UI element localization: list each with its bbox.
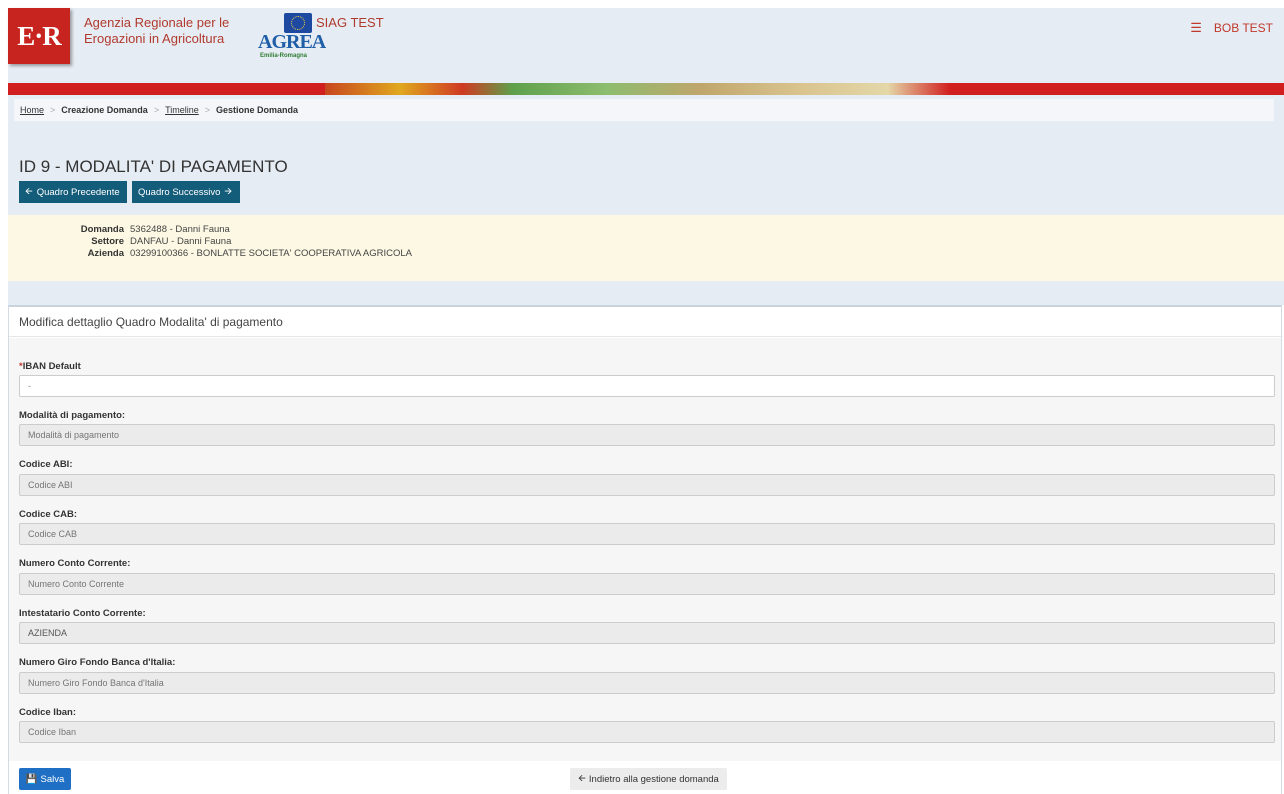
numero-conto-label: Numero Conto Corrente: (19, 558, 131, 569)
info-settore-label: Settore (91, 236, 124, 247)
panel-title: Modifica dettaglio Quadro Modalita' di p… (9, 307, 1281, 337)
payment-form-panel: Modifica dettaglio Quadro Modalita' di p… (8, 305, 1282, 794)
breadcrumb: Home > Creazione Domanda > Timeline > Ge… (14, 99, 1274, 121)
codice-cab-label: Codice CAB: (19, 509, 78, 520)
iban-default-label: *IBAN Default (19, 361, 81, 372)
info-domanda-label: Domanda (80, 224, 124, 235)
breadcrumb-separator: > (50, 105, 56, 115)
giro-fondo-field[interactable] (19, 672, 1275, 694)
er-logo[interactable]: E·R (8, 8, 70, 64)
intestatario-label: Intestatario Conto Corrente: (19, 608, 146, 619)
user-menu[interactable]: ☰ BOB TEST (1190, 20, 1273, 36)
page-title: ID 9 - MODALITA' DI PAGAMENTO (19, 157, 288, 176)
next-section-label: Quadro Successivo (138, 186, 221, 198)
giro-fondo-label: Numero Giro Fondo Banca d'Italia: (19, 657, 176, 668)
save-button[interactable]: 💾 Salva (19, 768, 71, 790)
arrow-right-icon: 🡪 (224, 186, 233, 197)
form-body: *IBAN Default Modalità di pagamento: Cod… (9, 338, 1281, 761)
codice-cab-field[interactable] (19, 523, 1275, 545)
banner-image (325, 83, 950, 95)
back-button-label: Indietro alla gestione domanda (588, 773, 719, 785)
info-azienda-label: Azienda (87, 248, 124, 259)
info-row-azienda: Azienda 03299100366 - BONLATTE SOCIETA' … (8, 248, 412, 259)
save-button-label: Salva (40, 773, 65, 785)
info-azienda-value: 03299100366 - BONLATTE SOCIETA' COOPERAT… (130, 248, 412, 259)
app-header: E·R Agenzia Regionale per le Erogazioni … (8, 8, 1284, 83)
eu-flag-icon (284, 13, 312, 33)
codice-abi-label: Codice ABI: (19, 459, 73, 470)
info-domanda-value: 5362488 - Danni Fauna (130, 224, 230, 235)
spacer-band (8, 281, 1284, 305)
floppy-disk-icon: 💾 (25, 773, 38, 785)
info-settore-value: DANFAU - Danni Fauna (130, 236, 232, 247)
form-footer: 💾 Salva 🡨 Indietro alla gestione domanda (9, 761, 1281, 794)
request-info-box: Domanda 5362488 - Danni Fauna Settore DA… (8, 215, 1284, 281)
next-section-button[interactable]: Quadro Successivo 🡪 (132, 181, 240, 203)
agrea-logo-sub: Emilia-Romagna (260, 53, 308, 59)
agency-name: Agenzia Regionale per le Erogazioni in A… (84, 15, 229, 47)
prev-section-button[interactable]: 🡨 Quadro Precedente (19, 181, 127, 203)
breadcrumb-home[interactable]: Home (20, 105, 44, 115)
arrow-left-icon: 🡨 (25, 186, 33, 197)
codice-abi-field[interactable] (19, 474, 1275, 496)
numero-conto-field[interactable] (19, 573, 1275, 595)
codice-iban-label: Codice Iban: (19, 707, 77, 718)
codice-iban-field[interactable] (19, 721, 1275, 743)
iban-default-label-text: IBAN Default (22, 361, 81, 372)
info-row-settore: Settore DANFAU - Danni Fauna (8, 236, 231, 247)
info-row-domanda: Domanda 5362488 - Danni Fauna (8, 224, 230, 235)
hamburger-icon[interactable]: ☰ (1190, 20, 1202, 36)
iban-default-select[interactable] (19, 375, 1275, 397)
intestatario-field[interactable] (19, 622, 1275, 644)
breadcrumb-separator: > (153, 105, 160, 115)
back-to-request-button[interactable]: 🡨 Indietro alla gestione domanda (570, 768, 727, 790)
breadcrumb-timeline[interactable]: Timeline (165, 105, 199, 115)
agency-name-line2: Erogazioni in Agricoltura (84, 31, 225, 46)
prev-section-label: Quadro Precedente (36, 186, 120, 198)
breadcrumb-gestione-domanda: Gestione Domanda (216, 105, 299, 115)
user-name[interactable]: BOB TEST (1214, 21, 1273, 35)
agrea-logo-text: AGREA (258, 31, 326, 53)
breadcrumb-separator: > (204, 105, 211, 115)
modalita-pagamento-field[interactable] (19, 424, 1275, 446)
agency-name-line1: Agenzia Regionale per le (84, 15, 230, 30)
agrea-logo: AGREA Emilia-Romagna (258, 13, 326, 59)
modalita-pagamento-label: Modalità di pagamento: (19, 410, 126, 421)
title-area: Home > Creazione Domanda > Timeline > Ge… (8, 95, 1284, 215)
arrow-left-icon: 🡨 (578, 773, 586, 784)
system-name: SIAG TEST (316, 15, 384, 30)
breadcrumb-creazione-domanda: Creazione Domanda (61, 105, 148, 115)
